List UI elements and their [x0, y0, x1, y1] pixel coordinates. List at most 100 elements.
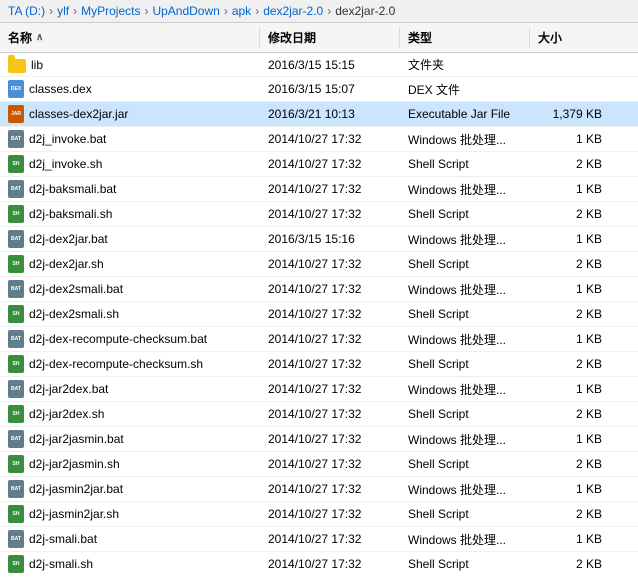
breadcrumb-ylf[interactable]: ylf — [57, 4, 69, 18]
folder-icon — [8, 59, 26, 73]
table-row[interactable]: SHd2j-jar2jasmin.sh2014/10/27 17:32Shell… — [0, 452, 638, 477]
file-name: classes-dex2jar.jar — [29, 107, 128, 121]
table-row[interactable]: BATd2j-dex2jar.bat2016/3/15 15:16Windows… — [0, 227, 638, 252]
sh-file-icon: SH — [8, 255, 24, 273]
breadcrumb-upanddown[interactable]: UpAndDown — [152, 4, 219, 18]
bat-file-icon: BAT — [8, 280, 24, 298]
file-type: Windows 批处理... — [400, 377, 530, 401]
file-type: Windows 批处理... — [400, 477, 530, 501]
file-name: d2j-smali.sh — [29, 557, 93, 571]
file-date: 2014/10/27 17:32 — [260, 327, 400, 351]
file-size — [530, 77, 610, 101]
file-size: 1 KB — [530, 177, 610, 201]
file-name: d2j-jasmin2jar.bat — [29, 482, 123, 496]
table-row[interactable]: SHd2j-smali.sh2014/10/27 17:32Shell Scri… — [0, 552, 638, 573]
bat-file-icon: BAT — [8, 180, 24, 198]
file-name-cell: SH d2j_invoke.sh — [0, 152, 260, 176]
table-row[interactable]: SHd2j-jar2dex.sh2014/10/27 17:32Shell Sc… — [0, 402, 638, 427]
table-row[interactable]: BATd2j-dex2smali.bat2014/10/27 17:32Wind… — [0, 277, 638, 302]
file-type: 文件夹 — [400, 53, 530, 76]
table-row[interactable]: BATd2j-baksmali.bat2014/10/27 17:32Windo… — [0, 177, 638, 202]
file-name-cell: SHd2j-jar2dex.sh — [0, 402, 260, 426]
file-type: Executable Jar File — [400, 102, 530, 126]
table-row[interactable]: lib2016/3/15 15:15文件夹 — [0, 53, 638, 77]
header-size[interactable]: 大小 — [530, 27, 610, 48]
file-date: 2014/10/27 17:32 — [260, 252, 400, 276]
table-row[interactable]: BATd2j-dex-recompute-checksum.bat2014/10… — [0, 327, 638, 352]
sort-arrow-icon: ∧ — [36, 32, 43, 43]
breadcrumb-sep-6: › — [327, 4, 331, 18]
header-type-label: 类型 — [408, 29, 432, 46]
breadcrumb-bar: TA (D:) › ylf › MyProjects › UpAndDown ›… — [0, 0, 638, 23]
header-name[interactable]: 名称 ∧ — [0, 27, 260, 48]
sh-file-icon: SH — [8, 355, 24, 373]
table-row[interactable]: BATd2j-smali.bat2014/10/27 17:32Windows … — [0, 527, 638, 552]
file-date: 2014/10/27 17:32 — [260, 152, 400, 176]
breadcrumb-drive[interactable]: TA (D:) — [8, 4, 45, 18]
file-name-cell: SHd2j-baksmali.sh — [0, 202, 260, 226]
file-name: d2j-dex-recompute-checksum.sh — [29, 357, 203, 371]
breadcrumb-sep-3: › — [144, 4, 148, 18]
table-row[interactable]: BATd2j-jasmin2jar.bat2014/10/27 17:32Win… — [0, 477, 638, 502]
table-row[interactable]: SHd2j-dex2jar.sh2014/10/27 17:32Shell Sc… — [0, 252, 638, 277]
file-name-cell: BATd2j-dex2smali.bat — [0, 277, 260, 301]
file-size: 1 KB — [530, 427, 610, 451]
file-date: 2016/3/15 15:07 — [260, 77, 400, 101]
file-name: d2j-baksmali.bat — [29, 182, 116, 196]
file-type: Windows 批处理... — [400, 277, 530, 301]
file-name: lib — [31, 58, 43, 72]
file-type: Windows 批处理... — [400, 527, 530, 551]
file-date: 2014/10/27 17:32 — [260, 527, 400, 551]
file-type: Shell Script — [400, 502, 530, 526]
file-name-cell: SHd2j-jar2jasmin.sh — [0, 452, 260, 476]
breadcrumb-dex2jar[interactable]: dex2jar-2.0 — [263, 4, 323, 18]
bat-file-icon: BAT — [8, 380, 24, 398]
breadcrumb-myprojects[interactable]: MyProjects — [81, 4, 140, 18]
file-type: Windows 批处理... — [400, 177, 530, 201]
file-date: 2014/10/27 17:32 — [260, 377, 400, 401]
file-name: d2j_invoke.bat — [29, 132, 106, 146]
file-name-cell: BATd2j-dex-recompute-checksum.bat — [0, 327, 260, 351]
header-date[interactable]: 修改日期 — [260, 27, 400, 48]
file-list-container: 名称 ∧ 修改日期 类型 大小 lib2016/3/15 15:15文件夹DEX… — [0, 23, 638, 573]
table-row[interactable]: SHd2j_invoke.sh2014/10/27 17:32Shell Scr… — [0, 152, 638, 177]
table-row[interactable]: DEXclasses.dex2016/3/15 15:07DEX 文件 — [0, 77, 638, 102]
table-row[interactable]: BATd2j-jar2jasmin.bat2014/10/27 17:32Win… — [0, 427, 638, 452]
breadcrumb-sep-5: › — [255, 4, 259, 18]
file-type: Shell Script — [400, 402, 530, 426]
file-size: 2 KB — [530, 302, 610, 326]
bat-file-icon: BAT — [8, 130, 24, 148]
table-row[interactable]: SHd2j-jasmin2jar.sh2014/10/27 17:32Shell… — [0, 502, 638, 527]
file-date: 2014/10/27 17:32 — [260, 277, 400, 301]
file-name: d2j_invoke.sh — [29, 157, 102, 171]
table-row[interactable]: SHd2j-dex2smali.sh2014/10/27 17:32Shell … — [0, 302, 638, 327]
file-date: 2014/10/27 17:32 — [260, 502, 400, 526]
file-name-cell: JAR classes-dex2jar.jar — [0, 102, 260, 126]
file-name: classes.dex — [29, 82, 92, 96]
header-name-label: 名称 — [8, 29, 32, 46]
table-row[interactable]: BATd2j-jar2dex.bat2014/10/27 17:32Window… — [0, 377, 638, 402]
file-name: d2j-jar2jasmin.sh — [29, 457, 120, 471]
jar-file-icon: JAR — [8, 105, 24, 123]
table-row[interactable]: BATd2j_invoke.bat2014/10/27 17:32Windows… — [0, 127, 638, 152]
file-name-cell: SHd2j-smali.sh — [0, 552, 260, 573]
file-name: d2j-dex-recompute-checksum.bat — [29, 332, 207, 346]
breadcrumb-sep-1: › — [49, 4, 53, 18]
file-size: 1 KB — [530, 377, 610, 401]
file-name-cell: BATd2j-jasmin2jar.bat — [0, 477, 260, 501]
table-row[interactable]: SHd2j-baksmali.sh2014/10/27 17:32Shell S… — [0, 202, 638, 227]
file-date: 2014/10/27 17:32 — [260, 477, 400, 501]
header-type[interactable]: 类型 — [400, 27, 530, 48]
file-type: Shell Script — [400, 202, 530, 226]
file-size: 1 KB — [530, 327, 610, 351]
file-size: 2 KB — [530, 202, 610, 226]
table-row[interactable]: JARclasses-dex2jar.jar2016/3/21 10:13Exe… — [0, 102, 638, 127]
file-date: 2014/10/27 17:32 — [260, 202, 400, 226]
breadcrumb-apk[interactable]: apk — [232, 4, 251, 18]
file-name: d2j-dex2smali.sh — [29, 307, 119, 321]
file-name-cell: BAT d2j-baksmali.bat — [0, 177, 260, 201]
file-type: Shell Script — [400, 302, 530, 326]
sh-file-icon: SH — [8, 155, 24, 173]
file-size: 1,379 KB — [530, 102, 610, 126]
table-row[interactable]: SHd2j-dex-recompute-checksum.sh2014/10/2… — [0, 352, 638, 377]
